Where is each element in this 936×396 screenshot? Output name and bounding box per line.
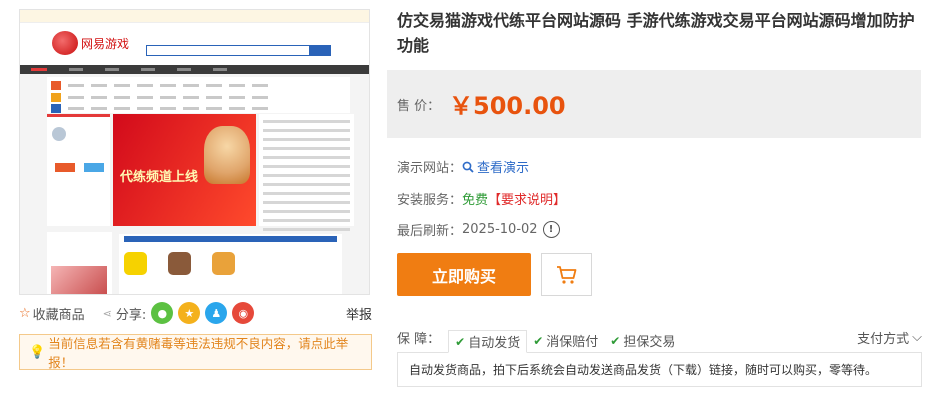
tab-auto-delivery[interactable]: ✔ 自动发货 [448,330,528,353]
screenshot-search-bar [146,45,331,56]
service-label: 安装服务： [397,193,463,208]
add-to-cart-button[interactable] [541,253,592,296]
price-label: 售 价： [397,99,441,114]
check-icon: ✔ [610,333,621,348]
refresh-label: 最后刷新： [397,224,463,239]
refresh-row: 最后刷新： 2025-10-02 ! [397,220,560,239]
wechat-icon[interactable]: ● [151,302,174,324]
tab-consumer-protection[interactable]: ✔ 消保赔付 [527,329,604,352]
screenshot-nav [20,65,369,74]
share-icon: ⋖ [102,306,112,320]
service-row: 安装服务： 免费 【要求说明】 [397,189,566,208]
report-link[interactable]: 举报 [346,304,372,323]
screenshot-side-list [259,114,354,231]
product-screenshot[interactable]: 网易游戏 代练频道上线 [19,9,370,295]
avatar-icon [52,127,66,141]
screenshot-main: 代练频道上线 [47,114,354,231]
chevron-down-icon: ⌵ [912,330,922,345]
screenshot-login-panel [47,114,110,226]
qzone-icon[interactable]: ★ [178,302,201,324]
screenshot-left-column [47,232,112,294]
screenshot-banner-title: 代练频道上线 [120,170,199,185]
qq-icon[interactable]: ♟ [205,302,228,324]
payment-method-label: 支付方式 [857,332,910,347]
tab-label: 消保赔付 [546,335,599,350]
netease-logo-icon [52,31,78,55]
demo-link[interactable]: 查看演示 [462,157,529,176]
buy-now-button[interactable]: 立即购买 [397,253,531,296]
star-icon[interactable]: ☆ [19,306,31,321]
screenshot-logo-text: 网易游戏 [81,36,130,51]
weibo-icon[interactable]: ◉ [232,302,255,324]
bulb-icon: 💡 [29,344,46,360]
cart-icon [556,265,576,284]
check-icon: ✔ [455,334,466,349]
guarantee-tabs: 保 障： ✔ 自动发货 ✔ 消保赔付 ✔ 担保交易 支付方式 ⌵ [397,330,922,353]
screenshot-logo: 网易游戏 [52,31,129,55]
search-icon [462,161,474,173]
share-label: 分享: [115,307,147,323]
refresh-value: 2025-10-02 [462,222,538,237]
screenshot-header: 网易游戏 [20,23,369,65]
service-value: 免费 [462,193,489,208]
service-note-link[interactable]: 【要求说明】 [488,189,566,208]
tab-escrow[interactable]: ✔ 担保交易 [604,329,681,352]
demo-label: 演示网站： [397,161,463,176]
product-title: 仿交易猫游戏代练平台网站源码 手游代练游戏交易平台网站源码增加防护功能 [397,11,915,55]
screenshot-topbar [20,10,369,23]
guarantee-description: 自动发货商品，拍下后系统会自动发送商品发货（下载）链接，随时可以购买，零等待。 [397,353,922,387]
report-notice[interactable]: 💡 当前信息若含有黄赌毒等违法违规不良内容，请点此举报！ [19,334,372,370]
price-value: ￥500.00 [449,92,566,120]
tab-label: 自动发货 [468,336,521,351]
screenshot-category-band [47,77,350,113]
report-notice-text[interactable]: 当前信息若含有黄赌毒等违法违规不良内容，请点此举报！ [48,333,371,371]
demo-link-label[interactable]: 查看演示 [477,157,529,176]
payment-method-dropdown[interactable]: 支付方式 ⌵ [857,328,922,347]
favorite-link[interactable]: 收藏商品 [33,304,85,323]
tab-label: 担保交易 [623,335,676,350]
screenshot-game-list [119,234,342,294]
share-label-group: ⋖ 分享: [103,304,147,323]
info-icon[interactable]: ! [542,221,560,238]
price-box: 售 价： ￥500.00 [387,70,921,138]
mascot-image [204,126,250,184]
demo-row: 演示网站： 查看演示 [397,157,529,176]
check-icon: ✔ [533,333,544,348]
guarantee-label: 保 障： [397,332,441,347]
screenshot-banner: 代练频道上线 [113,114,256,226]
share-bar: ☆ 收藏商品 ⋖ 分享: ● ★ ♟ ◉ 举报 [19,298,372,328]
